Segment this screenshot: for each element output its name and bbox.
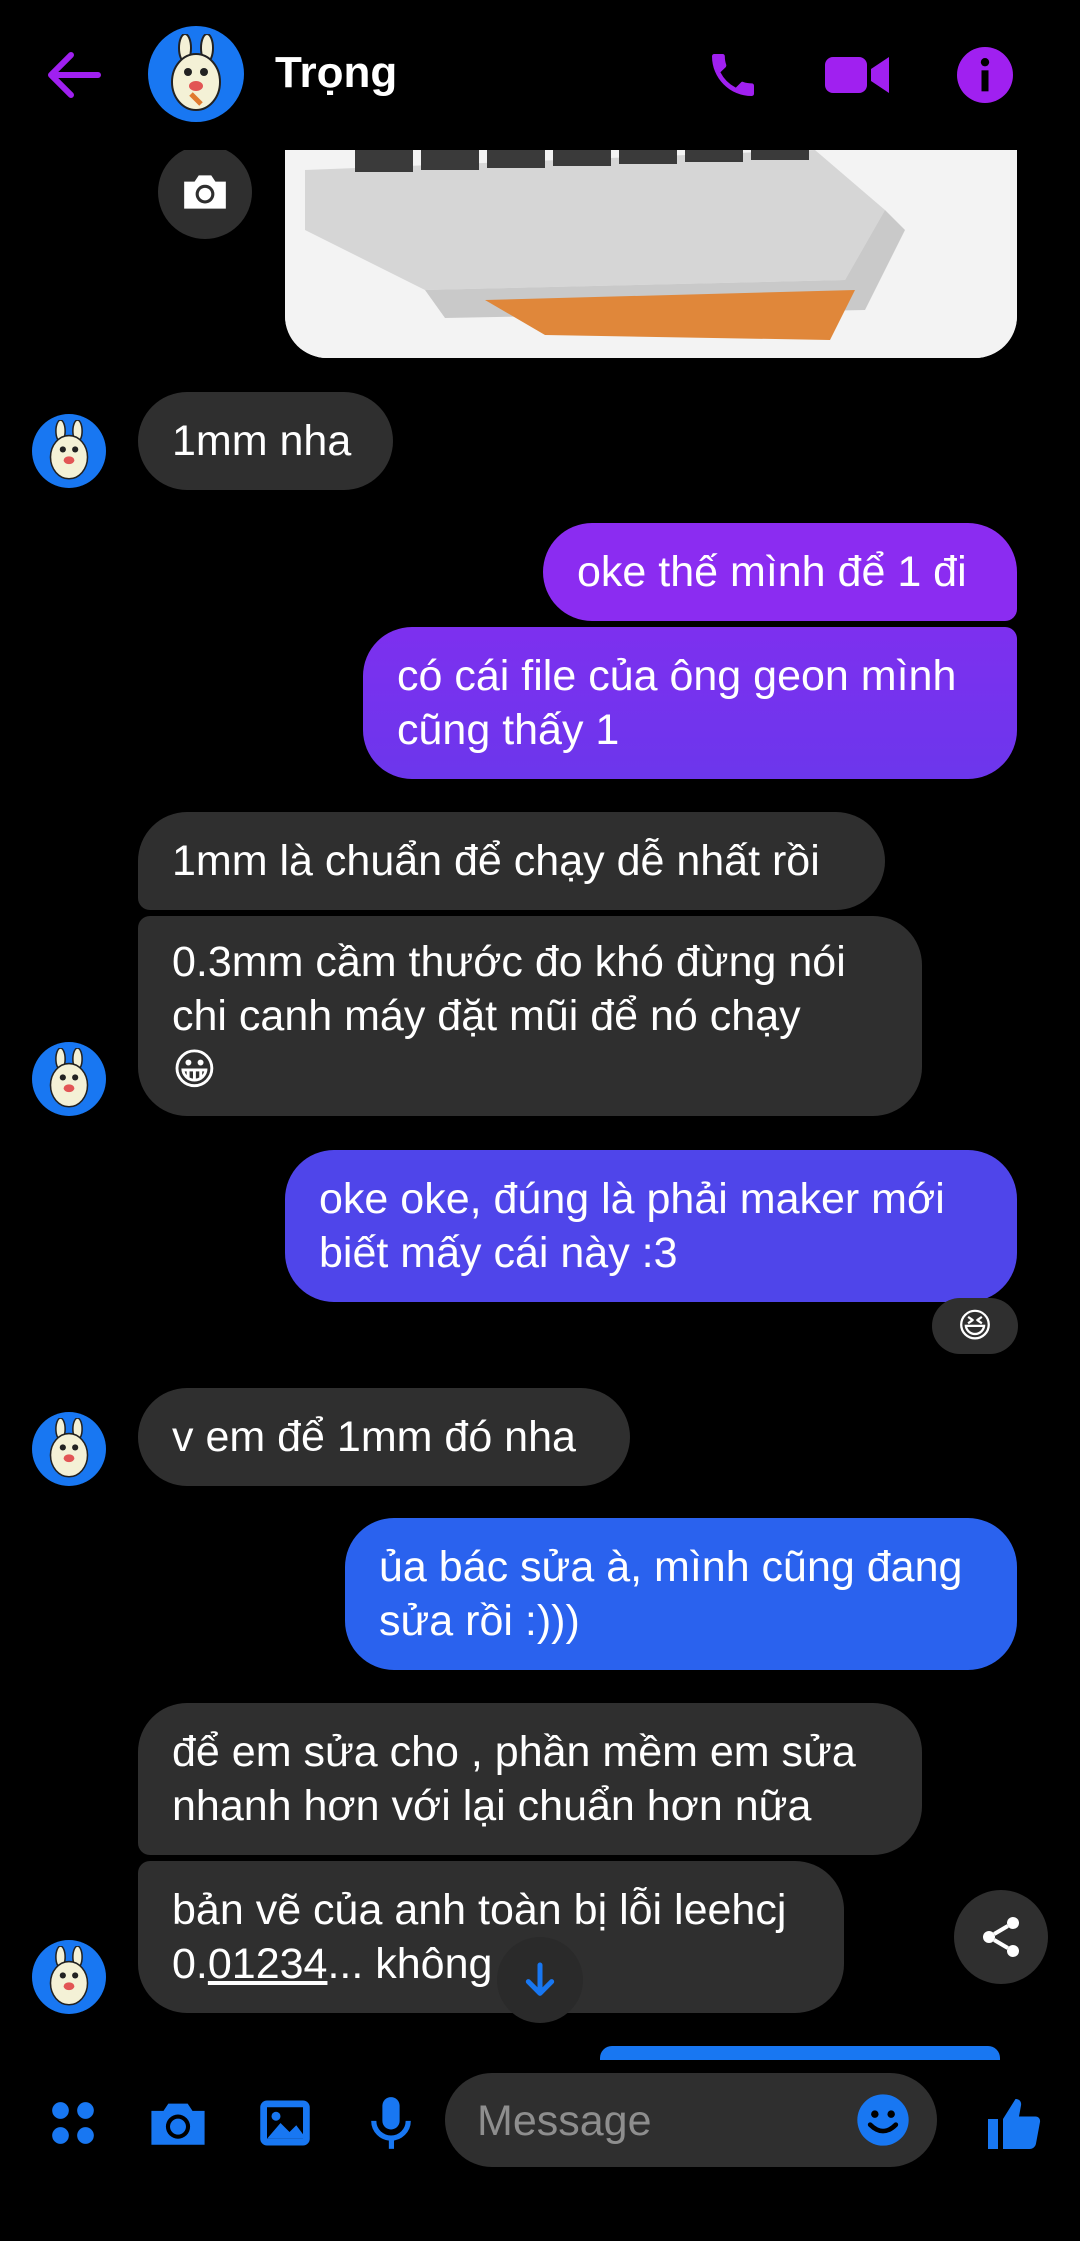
cartoon-avatar-icon: [49, 1418, 89, 1478]
cartoon-avatar-icon: [171, 34, 221, 111]
cartoon-avatar-icon: [49, 1048, 89, 1108]
sender-avatar[interactable]: [32, 414, 106, 488]
incoming-message[interactable]: bản vẽ của anh toàn bị lỗi leehcj 0.0123…: [138, 1861, 844, 2013]
video-call-button[interactable]: [822, 42, 892, 108]
contact-avatar[interactable]: [148, 26, 244, 122]
reaction-badge[interactable]: 😆: [932, 1298, 1018, 1354]
message-text: để em sửa cho , phần mềm em sửa: [172, 1728, 856, 1776]
message-input[interactable]: [475, 2073, 839, 2169]
video-camera-icon: [825, 57, 889, 93]
thumbs-up-icon: [988, 2099, 1041, 2149]
sender-avatar[interactable]: [32, 1412, 106, 1486]
voice-message-button[interactable]: [358, 2090, 424, 2156]
incoming-message[interactable]: 0.3mm cầm thước đo khó đừng nói chi canh…: [138, 916, 922, 1116]
number-link[interactable]: 01234: [208, 1940, 328, 1988]
back-arrow-icon: [48, 52, 101, 98]
camera-icon: [151, 2103, 205, 2145]
image-message[interactable]: [285, 140, 1017, 358]
emoji-button[interactable]: [850, 2087, 916, 2153]
message-text: biết mấy cái này :3: [319, 1229, 678, 1277]
cartoon-avatar-icon: [49, 1946, 89, 2006]
message-text-line: 0.01234... khôngv: [172, 1937, 548, 1991]
message-text: 1mm nha: [172, 417, 352, 465]
message-text: có cái file của ông geon mình: [397, 652, 957, 700]
outgoing-message[interactable]: oke thế mình để 1 đi: [543, 523, 1017, 621]
save-photo-button[interactable]: [158, 145, 252, 239]
incoming-message[interactable]: 1mm nha: [138, 392, 393, 490]
message-text: oke oke, đúng là phải maker mới: [319, 1175, 945, 1223]
arrow-down-icon: [525, 1962, 555, 1996]
message-text: chi canh máy đặt mũi để nó chạy: [172, 992, 801, 1040]
more-actions-button[interactable]: [40, 2090, 106, 2156]
camera-icon: [184, 175, 226, 209]
message-text: sửa rồi :))): [379, 1597, 580, 1645]
gallery-icon: [260, 2100, 310, 2146]
share-icon: [983, 1917, 1019, 1957]
contact-name[interactable]: Trọng: [275, 48, 397, 98]
message-text: ủa bác sửa à, mình cũng đang: [379, 1543, 963, 1591]
outgoing-message[interactable]: ủa bác sửa à, mình cũng đang sửa rồi :))…: [345, 1518, 1017, 1670]
phone-icon: [712, 54, 754, 96]
message-text: cũng thấy 1: [397, 706, 620, 754]
voice-call-button[interactable]: [700, 42, 766, 108]
message-text: oke thế mình để 1 đi: [577, 548, 967, 596]
emoji-icon: [857, 2094, 909, 2146]
share-button[interactable]: [954, 1890, 1048, 1984]
sender-avatar[interactable]: [32, 1940, 106, 2014]
chat-header: Trọng: [0, 0, 1080, 150]
keyboard-photo: [285, 140, 1017, 358]
cartoon-avatar-icon: [49, 420, 89, 480]
scroll-to-bottom-button[interactable]: [497, 1937, 583, 2023]
message-text: 1mm là chuẩn để chạy dễ nhất rồi: [172, 837, 820, 885]
info-button[interactable]: [950, 40, 1020, 110]
back-button[interactable]: [38, 40, 108, 110]
menu-dots-icon: [52, 2102, 94, 2144]
camera-button[interactable]: [145, 2090, 211, 2156]
message-input-container[interactable]: [445, 2073, 937, 2169]
outgoing-message-partial[interactable]: [600, 2046, 1000, 2060]
message-text: v em để 1mm đó nha: [172, 1413, 576, 1461]
incoming-message[interactable]: v em để 1mm đó nha: [138, 1388, 630, 1486]
incoming-message[interactable]: 1mm là chuẩn để chạy dễ nhất rồi: [138, 812, 885, 910]
info-icon: [957, 47, 1013, 103]
message-text: 0.: [172, 1940, 208, 1988]
outgoing-message[interactable]: có cái file của ông geon mình cũng thấy …: [363, 627, 1017, 779]
gallery-button[interactable]: [252, 2090, 318, 2156]
message-text: nhanh hơn với lại chuẩn hơn nữa: [172, 1782, 812, 1830]
message-text: bản vẽ của anh toàn bị lỗi leehcj: [172, 1886, 787, 1934]
incoming-message[interactable]: để em sửa cho , phần mềm em sửa nhanh hơ…: [138, 1703, 922, 1855]
microphone-icon: [371, 2097, 411, 2149]
composer-bar: [0, 2060, 1080, 2241]
sender-avatar[interactable]: [32, 1042, 106, 1116]
grinning-emoji: 😀: [172, 1045, 217, 1095]
like-button[interactable]: [975, 2086, 1051, 2162]
outgoing-message[interactable]: oke oke, đúng là phải maker mới biết mấy…: [285, 1150, 1017, 1302]
message-text: ... không: [327, 1940, 493, 1988]
message-text: 0.3mm cầm thước đo khó đừng nói: [172, 938, 846, 986]
